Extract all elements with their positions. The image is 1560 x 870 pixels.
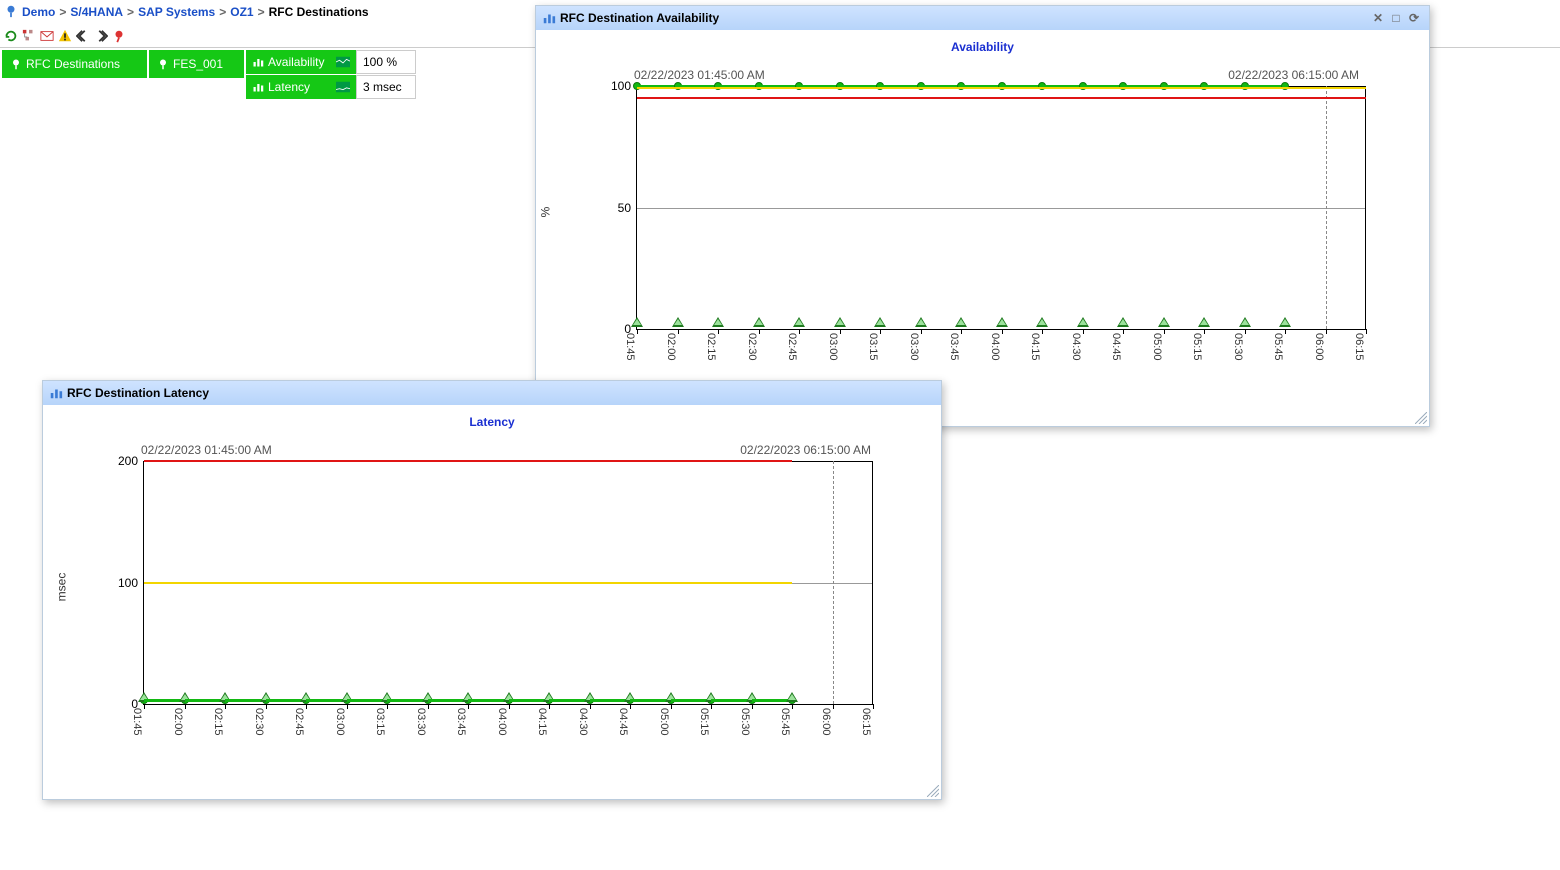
unpin-icon[interactable] xyxy=(112,29,126,43)
metric-latency[interactable]: Latency xyxy=(246,75,356,99)
breadcrumb-link[interactable]: S/4HANA xyxy=(70,5,123,19)
panel-title: RFC Destination Availability xyxy=(560,11,719,25)
refresh-icon[interactable] xyxy=(4,29,18,43)
mail-icon[interactable] xyxy=(40,29,54,43)
maximize-icon[interactable]: □ xyxy=(1387,9,1405,27)
next-icon[interactable] xyxy=(94,29,108,43)
restore-icon[interactable]: ⟳ xyxy=(1405,9,1423,27)
node-rfc-destinations[interactable]: RFC Destinations xyxy=(2,50,147,78)
resize-handle-icon[interactable] xyxy=(927,785,939,797)
metric-label: Latency xyxy=(268,80,330,94)
breadcrumb-link[interactable]: Demo xyxy=(22,5,55,19)
panel-latency: RFC Destination Latency Latency 02/22/20… xyxy=(42,380,942,800)
range-end: 02/22/2023 06:15:00 AM xyxy=(1228,68,1359,82)
y-axis-label: msec xyxy=(54,573,68,602)
prev-icon[interactable] xyxy=(76,29,90,43)
chart-icon xyxy=(542,11,556,25)
y-axis-label: % xyxy=(538,207,552,218)
warning-icon[interactable] xyxy=(58,29,72,43)
breadcrumb-link[interactable]: OZ1 xyxy=(230,5,253,19)
chart-icon xyxy=(49,386,63,400)
range-start: 02/22/2023 01:45:00 AM xyxy=(634,68,765,82)
node-label: FES_001 xyxy=(173,57,223,71)
range-end: 02/22/2023 06:15:00 AM xyxy=(740,443,871,457)
tree-icon[interactable] xyxy=(22,29,36,43)
chart-availability: Availability 02/22/2023 01:45:00 AM 02/2… xyxy=(536,30,1429,426)
close-icon[interactable]: ✕ xyxy=(1369,9,1387,27)
panel-header[interactable]: RFC Destination Availability ✕ □ ⟳ xyxy=(536,6,1429,30)
node-label: RFC Destinations xyxy=(26,57,120,71)
panel-availability: RFC Destination Availability ✕ □ ⟳ Avail… xyxy=(535,5,1430,427)
chart-title: Latency xyxy=(43,415,941,429)
range-start: 02/22/2023 01:45:00 AM xyxy=(141,443,272,457)
metric-value: 100 % xyxy=(356,50,416,74)
resize-handle-icon[interactable] xyxy=(1415,412,1427,424)
metric-value: 3 msec xyxy=(356,75,416,99)
chart-latency: Latency 02/22/2023 01:45:00 AM 02/22/202… xyxy=(43,405,941,799)
metric-availability[interactable]: Availability xyxy=(246,50,356,74)
panel-title: RFC Destination Latency xyxy=(67,386,209,400)
node-fes001[interactable]: FES_001 xyxy=(149,50,244,78)
chart-title: Availability xyxy=(536,40,1429,54)
breadcrumb-link[interactable]: SAP Systems xyxy=(138,5,215,19)
metric-label: Availability xyxy=(268,55,330,69)
pin-icon xyxy=(4,4,18,21)
breadcrumb-current: RFC Destinations xyxy=(269,5,369,19)
panel-header[interactable]: RFC Destination Latency xyxy=(43,381,941,405)
